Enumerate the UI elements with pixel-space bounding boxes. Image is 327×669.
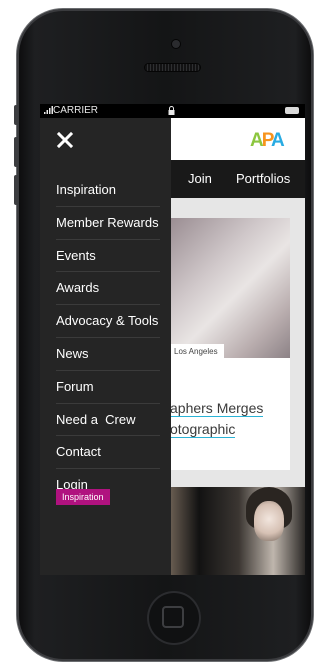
front-camera [172, 40, 180, 48]
status-bar: CARRIER [40, 104, 305, 118]
menu-item-events[interactable]: Events [56, 240, 160, 273]
close-icon[interactable] [56, 131, 74, 149]
article-title-text: aphers Merges otographic [170, 400, 264, 438]
home-square-icon [162, 606, 184, 628]
slide-menu: Inspiration Member Rewards Events Awards… [40, 118, 171, 575]
category-badge[interactable]: Inspiration [56, 489, 110, 505]
menu-item-contact[interactable]: Contact [56, 436, 160, 470]
site-logo[interactable]: APA [250, 130, 285, 152]
portrait-face-right [254, 501, 284, 541]
menu-item-forum[interactable]: Forum [56, 371, 160, 404]
nav-join[interactable]: Join [188, 171, 212, 186]
battery-icon [285, 107, 299, 114]
menu-item-advocacy-tools[interactable]: Advocacy & Tools [56, 305, 160, 338]
phone-screen: CARRIER APA Join Portfolios Los Angeles … [40, 104, 305, 575]
article-image [170, 218, 290, 358]
lock-icon [168, 106, 175, 115]
nav-portfolios[interactable]: Portfolios [236, 171, 290, 186]
volume-up-button [14, 137, 18, 167]
carrier-text: CARRIER [53, 105, 99, 116]
article-card[interactable]: Los Angeles aphers Merges otographic [170, 218, 290, 470]
menu-item-news[interactable]: News [56, 338, 160, 371]
article-title[interactable]: aphers Merges otographic [170, 398, 290, 440]
menu-item-member-rewards[interactable]: Member Rewards [56, 207, 160, 240]
carrier-label: CARRIER [44, 104, 98, 118]
mute-switch [14, 105, 18, 125]
menu-item-inspiration[interactable]: Inspiration [56, 174, 160, 207]
earpiece-speaker [145, 64, 200, 71]
menu-item-awards[interactable]: Awards [56, 272, 160, 306]
home-button[interactable] [147, 591, 201, 645]
menu-list: Inspiration Member Rewards Events Awards… [56, 174, 160, 502]
location-tag: Los Angeles [170, 344, 224, 359]
volume-down-button [14, 175, 18, 205]
menu-item-need-a-crew[interactable]: Need a Crew [56, 404, 160, 437]
signal-icon [44, 106, 53, 114]
